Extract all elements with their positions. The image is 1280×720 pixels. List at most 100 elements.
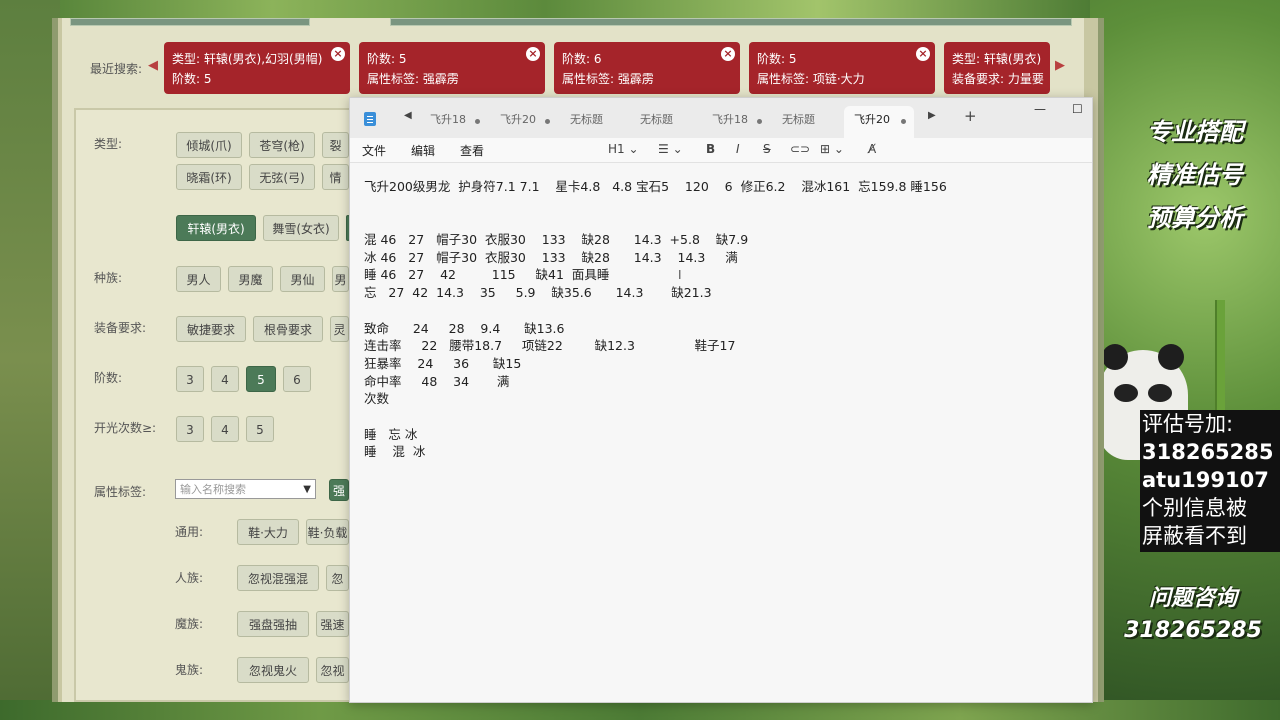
notepad-menubar: 文件 编辑 查看 H1 ⌄ ☰ ⌄ B I S ⊂⊃ ⊞ ⌄ A̸ [350, 138, 1092, 163]
filter-type-button[interactable]: 无弦(弓) [249, 164, 315, 190]
attribute-search-input[interactable]: 输入名称搜索 ▼ [175, 479, 316, 499]
close-icon[interactable]: × [331, 47, 345, 61]
menu-view[interactable]: 查看 [460, 142, 484, 159]
clear-format-icon[interactable]: A̸ [868, 142, 876, 156]
notepad-tab-active[interactable]: 飞升20 [844, 106, 914, 138]
notepad-tab[interactable]: 飞升18 [420, 106, 488, 138]
filter-requirement-button[interactable]: 根骨要求 [253, 316, 323, 342]
strikethrough-icon[interactable]: S [763, 142, 771, 156]
tier-label: 阶数: [94, 371, 123, 385]
filter-light-button[interactable]: 5 [246, 416, 274, 442]
filter-tag-button[interactable]: 忽 [326, 565, 349, 591]
contact-line: atu199107 [1142, 468, 1269, 492]
minimize-icon[interactable]: — [1034, 102, 1046, 116]
notepad-tab[interactable]: 无标题 [772, 106, 840, 138]
filter-race-button[interactable]: 男人 [176, 266, 221, 292]
close-icon[interactable]: × [916, 47, 930, 61]
filter-tag-button[interactable]: 忽视鬼火 [237, 657, 309, 683]
recent-search-chip[interactable]: 阶数: 5 属性标签: 项链·大力 × [749, 42, 935, 94]
tab-scroll-right-icon[interactable]: ▶ [928, 110, 936, 121]
filter-tag-button[interactable]: 鞋·负载 [306, 519, 349, 545]
menu-file[interactable]: 文件 [362, 142, 386, 159]
filter-tier-button[interactable]: 6 [283, 366, 311, 392]
notepad-document[interactable]: 飞升200级男龙 护身符7.1 7.1 星卡4.8 4.8 宝石5 120 6 … [364, 178, 1084, 461]
promo-text: 预算分析 [1147, 204, 1243, 232]
tab-scroll-left-icon[interactable]: ◀ [404, 110, 412, 121]
menu-edit[interactable]: 编辑 [411, 142, 435, 159]
list-icon[interactable]: ☰ ⌄ [658, 142, 683, 156]
ghost-label: 鬼族: [175, 663, 204, 677]
recent-search-chip[interactable]: 阶数: 5 属性标签: 强霹雳 × [359, 42, 545, 94]
game-background-top [0, 0, 1090, 20]
demon-label: 魔族: [175, 617, 204, 631]
filter-light-button[interactable]: 4 [211, 416, 239, 442]
link-icon[interactable]: ⊂⊃ [790, 142, 810, 156]
document-line: 命中率 48 34 满 [364, 373, 510, 389]
notepad-titlebar: ◀ 飞升18 飞升20 无标题 无标题 飞升18 无标题 飞升20 ▶ + — … [350, 98, 1092, 138]
recent-search-chip[interactable]: 阶数: 6 属性标签: 强霹雳 × [554, 42, 740, 94]
filter-type-button[interactable]: 晓霜(环) [176, 164, 242, 190]
close-icon[interactable]: × [721, 47, 735, 61]
notepad-window: ◀ 飞升18 飞升20 无标题 无标题 飞升18 无标题 飞升20 ▶ + — … [349, 97, 1093, 703]
filter-type-button[interactable]: 裂 [322, 132, 349, 158]
filter-type-button-selected[interactable]: 轩辕(男衣) [176, 215, 256, 241]
document-line: 混 46 27 帽子30 衣服30 133 缺28 14.3 +5.8 缺7.9 [364, 232, 749, 248]
filter-type-button[interactable]: 舞雪(女衣) [263, 215, 339, 241]
notepad-tab[interactable]: 无标题 [630, 106, 698, 138]
chevron-left-icon[interactable]: ◀ [148, 58, 158, 73]
notepad-tab[interactable]: 无标题 [560, 106, 628, 138]
document-line: 睡 46 27 42 115 缺41 面具睡 [364, 267, 610, 283]
filter-tier-button[interactable]: 3 [176, 366, 204, 392]
document-line: 睡 忘 冰 [364, 426, 418, 442]
human-label: 人族: [175, 571, 204, 585]
filter-tier-button-selected[interactable]: 5 [246, 366, 276, 392]
contact-line: 评估号加: [1142, 412, 1234, 436]
filter-tier-button[interactable]: 4 [211, 366, 239, 392]
table-icon[interactable]: ⊞ ⌄ [820, 142, 844, 156]
contact-info-box: 评估号加: 318265285 atu199107 个别信息被 屏蔽看不到 [1140, 410, 1280, 552]
bold-icon[interactable]: B [706, 142, 715, 156]
filter-tag-button[interactable]: 忽视 [316, 657, 349, 683]
filter-tag-button[interactable]: 鞋·大力 [237, 519, 299, 545]
game-background-bottom [0, 700, 1280, 720]
chevron-down-icon[interactable]: ▼ [303, 480, 311, 500]
recent-search-label: 最近搜索: [90, 62, 143, 76]
filter-tag-button[interactable]: 强速 [316, 611, 349, 637]
panel-top-bar [390, 18, 1072, 26]
game-background-left [0, 0, 60, 720]
heading-dropdown[interactable]: H1 ⌄ [608, 142, 639, 156]
document-line: 致命 24 28 9.4 缺13.6 [364, 320, 565, 336]
document-line: 狂暴率 24 36 缺15 [364, 355, 522, 371]
filter-race-button[interactable]: 男仙 [280, 266, 325, 292]
filter-requirement-button[interactable]: 敏捷要求 [176, 316, 246, 342]
text-cursor-icon: I [678, 268, 682, 282]
requirement-label: 装备要求: [94, 321, 147, 335]
filter-light-button[interactable]: 3 [176, 416, 204, 442]
contact-line: 屏蔽看不到 [1142, 524, 1247, 548]
filter-type-button[interactable]: 苍穹(枪) [249, 132, 315, 158]
attribute-search-button[interactable]: 强 [329, 479, 349, 501]
chevron-right-icon[interactable]: ▶ [1055, 58, 1065, 73]
filter-type-button[interactable]: 倾城(爪) [176, 132, 242, 158]
filter-race-button[interactable]: 男 [332, 266, 349, 292]
filter-tag-button[interactable]: 强盘强抽 [237, 611, 309, 637]
filter-requirement-button[interactable]: 灵 [330, 316, 349, 342]
close-icon[interactable]: × [526, 47, 540, 61]
add-tab-icon[interactable]: + [964, 107, 977, 125]
attribute-label: 属性标签: [94, 485, 147, 499]
contact-line: 个别信息被 [1142, 496, 1247, 520]
notepad-tab[interactable]: 飞升18 [702, 106, 770, 138]
filter-type-button[interactable]: 情 [322, 164, 349, 190]
recent-search-chip[interactable]: 类型: 轩辕(男衣),幻羽(男帽) 阶数: 5 × [164, 42, 350, 94]
consult-text: 问题咨询 [1148, 586, 1237, 611]
common-label: 通用: [175, 525, 204, 539]
italic-icon[interactable]: I [736, 142, 740, 156]
filter-tag-button[interactable]: 忽视混强混 [237, 565, 319, 591]
filter-race-button[interactable]: 男魔 [228, 266, 273, 292]
document-line: 睡 混 冰 [364, 444, 426, 460]
notepad-tab[interactable]: 飞升20 [490, 106, 558, 138]
recent-search-chip[interactable]: 类型: 轩辕(男衣) 装备要求: 力量要 [944, 42, 1050, 94]
maximize-icon[interactable]: ☐ [1072, 102, 1083, 116]
